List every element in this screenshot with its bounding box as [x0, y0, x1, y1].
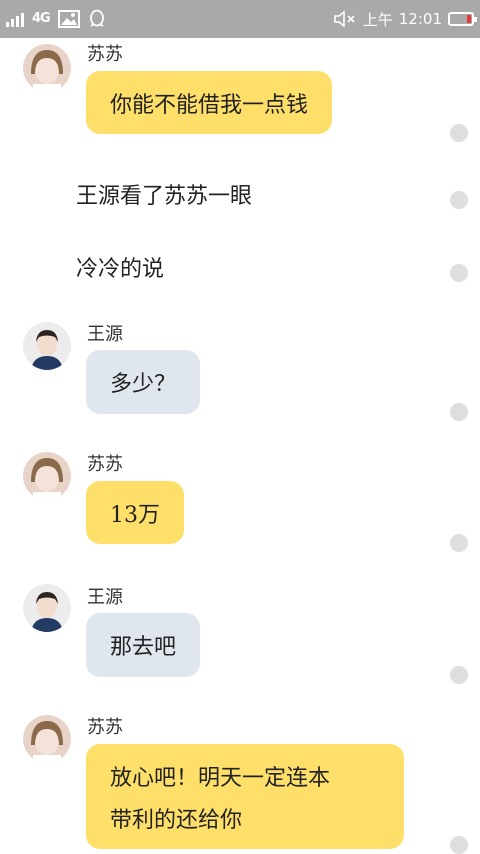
avatar-susu[interactable]	[23, 44, 71, 92]
avatar-susu[interactable]	[23, 715, 71, 763]
narration-text: 王源看了苏苏一眼	[76, 184, 253, 209]
message-bubble[interactable]: 多少？	[86, 350, 201, 414]
avatar-wangyuan[interactable]	[23, 584, 71, 632]
sender-name: 苏苏	[87, 717, 123, 738]
time-prefix: 上午	[362, 10, 393, 29]
battery-icon	[448, 12, 477, 26]
signal-icon	[6, 11, 24, 27]
message-dot[interactable]	[450, 666, 468, 684]
avatar-wangyuan[interactable]	[23, 322, 71, 370]
network-type: 4G	[32, 11, 51, 26]
mute-icon	[333, 10, 355, 28]
message-dot[interactable]	[450, 264, 468, 282]
message-bubble[interactable]: 13万	[86, 481, 184, 544]
sender-name: 苏苏	[87, 44, 123, 65]
gallery-icon	[57, 10, 80, 28]
message-text: 13万	[110, 502, 160, 528]
message-dot[interactable]	[450, 836, 468, 854]
message-dot[interactable]	[450, 191, 468, 209]
message-dot[interactable]	[450, 403, 468, 421]
message-text: 多少？	[110, 372, 177, 397]
status-time: 12:01	[398, 10, 442, 28]
message-text: 那去吧	[110, 635, 177, 660]
avatar-susu[interactable]	[23, 452, 71, 500]
message-bubble[interactable]: 放心吧！明天一定连本 带利的还给你	[86, 744, 404, 849]
status-bar: 4G 上午 12:01	[0, 0, 480, 38]
message-dot[interactable]	[450, 534, 468, 552]
message-text-line: 带利的还给你	[110, 808, 243, 833]
message-dot[interactable]	[450, 124, 468, 142]
sender-name: 王源	[87, 324, 123, 345]
status-right: 上午 12:01	[333, 8, 477, 30]
message-bubble[interactable]: 那去吧	[86, 613, 201, 677]
sender-name: 王源	[87, 587, 123, 608]
status-left: 4G	[6, 8, 106, 30]
qq-icon	[89, 9, 104, 27]
message-text-line: 放心吧！明天一定连本	[110, 766, 331, 791]
narration-text: 冷冷的说	[76, 257, 165, 282]
sender-name: 苏苏	[87, 454, 123, 475]
message-text: 你能不能借我一点钱	[110, 92, 309, 118]
message-bubble[interactable]: 你能不能借我一点钱	[86, 71, 333, 134]
